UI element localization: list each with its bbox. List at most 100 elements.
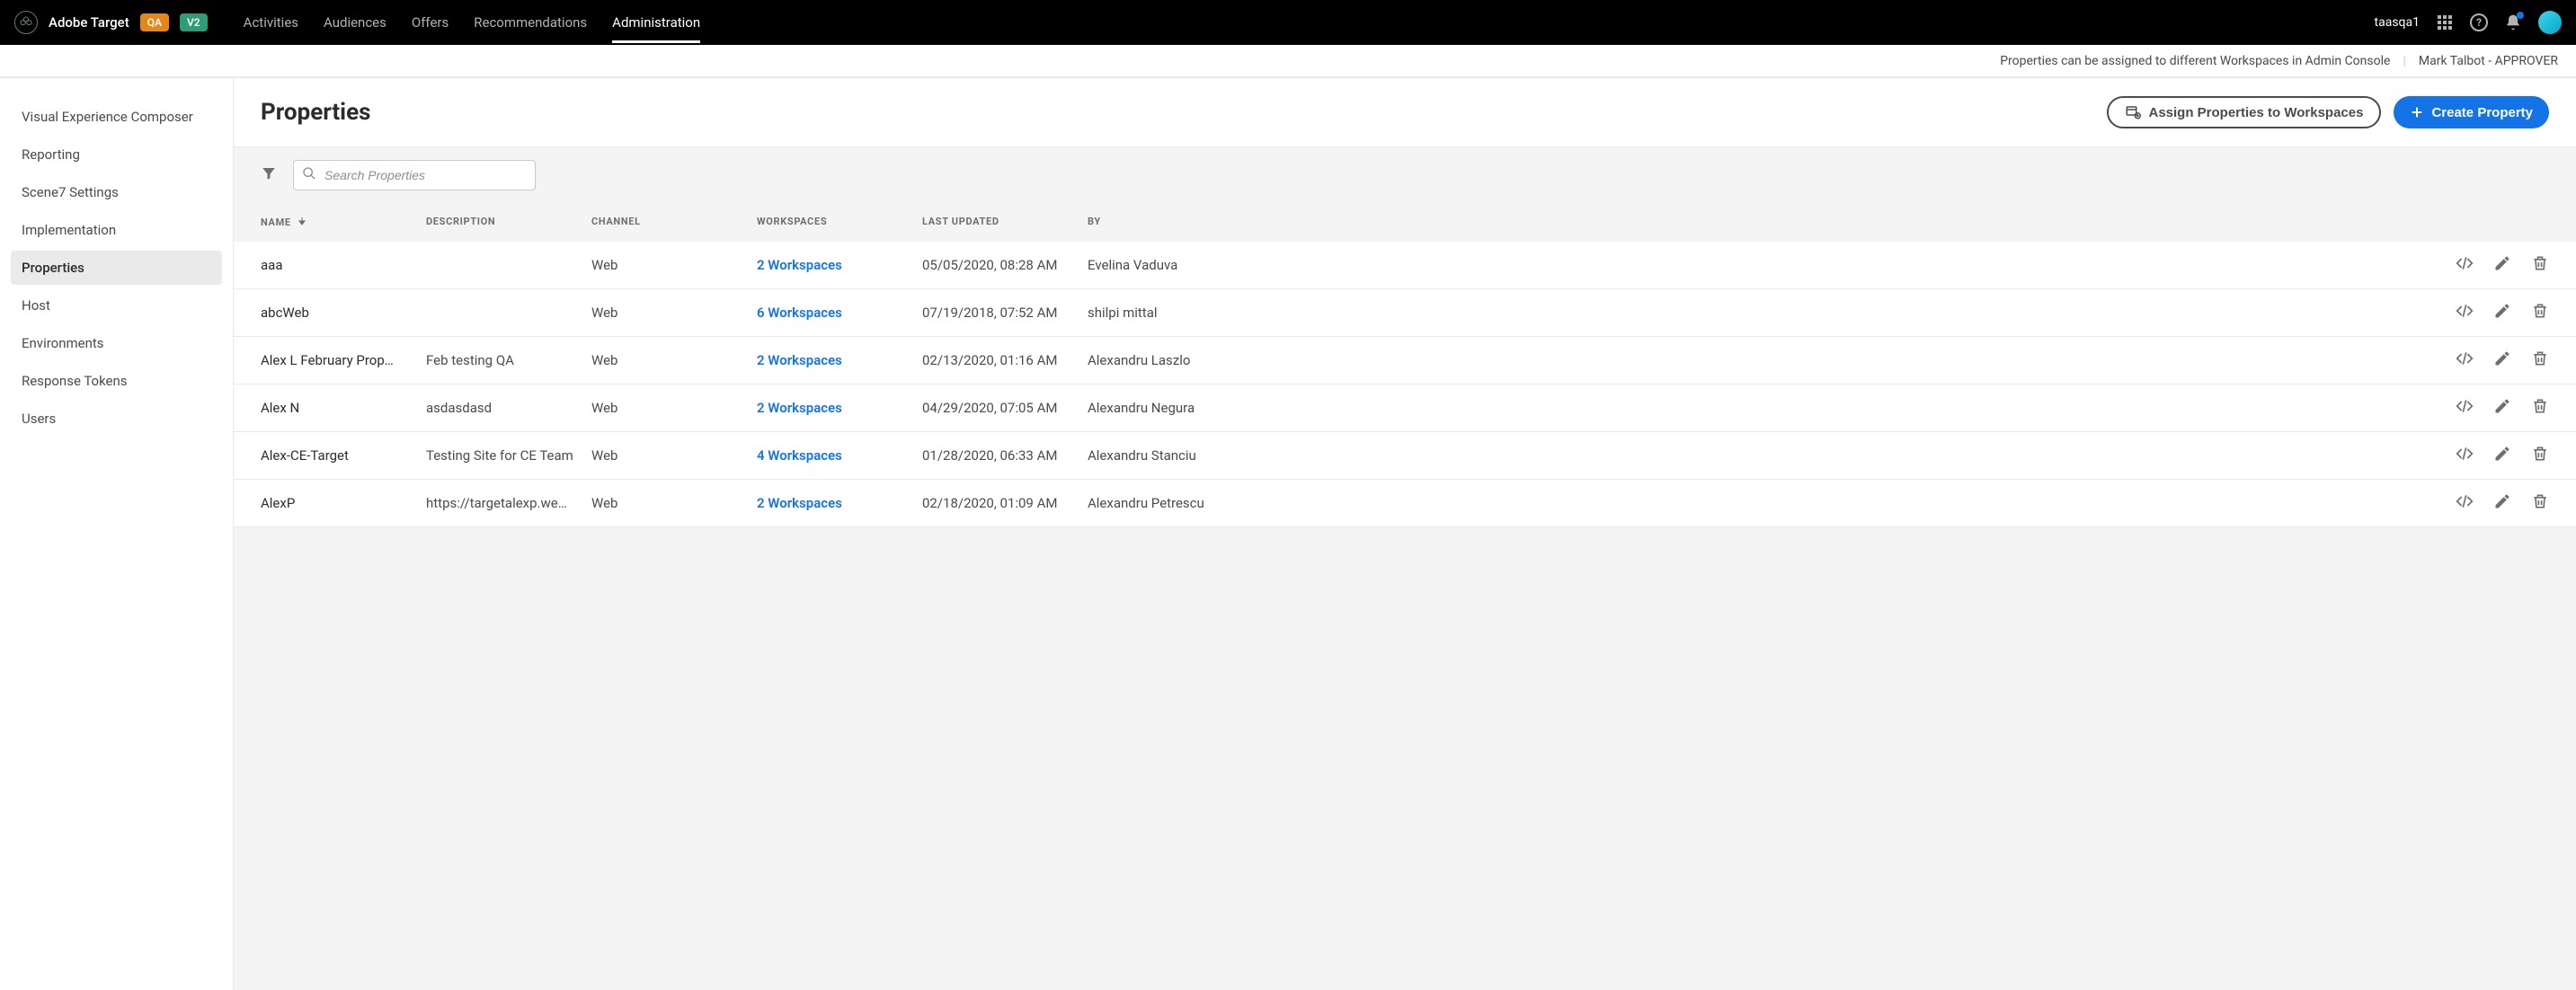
page-header: Properties Assign Properties to Workspac… — [234, 78, 2576, 146]
sidebar: Visual Experience ComposerReportingScene… — [0, 78, 234, 990]
table-row[interactable]: AlexPhttps://targetalexp.we…Web2 Workspa… — [234, 480, 2576, 527]
filter-icon[interactable] — [261, 165, 277, 185]
cell-name: AlexP — [261, 495, 426, 511]
cell-last-updated: 07/19/2018, 07:52 AM — [922, 305, 1088, 321]
sidebar-item-host[interactable]: Host — [11, 288, 222, 323]
sidebar-item-implementation[interactable]: Implementation — [11, 213, 222, 247]
page-title: Properties — [261, 99, 370, 126]
cell-description: Feb testing QA — [426, 352, 591, 368]
edit-icon[interactable] — [2493, 349, 2511, 371]
cell-workspaces: 2 Workspaces — [757, 352, 922, 368]
workspaces-link[interactable]: 2 Workspaces — [757, 352, 842, 368]
nav-audiences[interactable]: Audiences — [324, 2, 386, 43]
sub-header: Properties can be assigned to different … — [0, 45, 2576, 77]
cell-name: abcWeb — [261, 305, 426, 321]
env-badge-v2: V2 — [180, 13, 208, 31]
user-role-text: Mark Talbot - APPROVER — [2419, 54, 2558, 68]
cell-workspaces: 4 Workspaces — [757, 447, 922, 464]
divider: | — [2403, 54, 2405, 68]
trash-icon[interactable] — [2531, 254, 2549, 276]
table-row[interactable]: abcWeb Web6 Workspaces 07/19/2018, 07:52 A… — [234, 289, 2576, 337]
trash-icon[interactable] — [2531, 492, 2549, 514]
table-row[interactable]: Alex-CE-TargetTesting Site for CE TeamWe… — [234, 432, 2576, 480]
code-icon[interactable] — [2456, 302, 2474, 323]
cell-name: Alex L February Prop… — [261, 352, 426, 368]
cell-channel: Web — [591, 257, 757, 273]
cell-by: Alexandru Laszlo — [1088, 352, 1262, 368]
cell-by: Alexandru Negura — [1088, 400, 1262, 416]
table-row[interactable]: aaaWeb2 Workspaces05/05/2020, 08:28 AMEv… — [234, 242, 2576, 289]
bell-icon[interactable] — [2504, 13, 2522, 31]
sidebar-item-scene7-settings[interactable]: Scene7 Settings — [11, 175, 222, 209]
nav-activities[interactable]: Activities — [244, 2, 298, 43]
col-header-by[interactable]: BY — [1088, 216, 1262, 229]
col-header-name[interactable]: NAME — [261, 216, 426, 229]
user-label: taasqa1 — [2375, 15, 2420, 30]
sidebar-item-visual-experience-composer[interactable]: Visual Experience Composer — [11, 100, 222, 134]
assign-properties-label: Assign Properties to Workspaces — [2148, 105, 2363, 120]
cell-by: Alexandru Petrescu — [1088, 495, 1262, 511]
cell-channel: Web — [591, 352, 757, 368]
workspaces-link[interactable]: 2 Workspaces — [757, 257, 842, 273]
edit-icon[interactable] — [2493, 302, 2511, 323]
table-header: NAME DESCRIPTION CHANNEL WORKSPACES LAST… — [234, 203, 2576, 242]
sidebar-item-reporting[interactable]: Reporting — [11, 137, 222, 172]
col-header-channel[interactable]: CHANNEL — [591, 216, 757, 229]
search-input[interactable] — [293, 160, 536, 190]
trash-icon[interactable] — [2531, 349, 2549, 371]
create-property-button[interactable]: Create Property — [2394, 96, 2549, 128]
cell-channel: Web — [591, 305, 757, 321]
table-row[interactable]: Alex L February Prop…Feb testing QAWeb2 … — [234, 337, 2576, 385]
sidebar-item-response-tokens[interactable]: Response Tokens — [11, 364, 222, 398]
col-header-workspaces[interactable]: WORKSPACES — [757, 216, 922, 229]
code-icon[interactable] — [2456, 397, 2474, 419]
workspaces-link[interactable]: 6 Workspaces — [757, 305, 842, 321]
cell-by: Evelina Vaduva — [1088, 257, 1262, 273]
code-icon[interactable] — [2456, 349, 2474, 371]
trash-icon[interactable] — [2531, 445, 2549, 466]
col-header-description[interactable]: DESCRIPTION — [426, 216, 591, 229]
product-logo-icon — [14, 11, 38, 34]
apps-icon[interactable] — [2436, 13, 2454, 31]
cell-name: Alex-CE-Target — [261, 447, 426, 464]
sidebar-item-properties[interactable]: Properties — [11, 251, 222, 285]
table-row[interactable]: Alex NasdasdasdWeb2 Workspaces04/29/2020… — [234, 385, 2576, 432]
workspaces-link[interactable]: 2 Workspaces — [757, 400, 842, 416]
env-badge-qa: QA — [140, 13, 169, 31]
plus-icon — [2410, 105, 2424, 119]
cell-workspaces: 6 Workspaces — [757, 305, 922, 321]
code-icon[interactable] — [2456, 254, 2474, 276]
cell-channel: Web — [591, 447, 757, 464]
sidebar-item-users[interactable]: Users — [11, 402, 222, 436]
code-icon[interactable] — [2456, 492, 2474, 514]
col-header-last-updated[interactable]: LAST UPDATED — [922, 216, 1088, 229]
cell-channel: Web — [591, 400, 757, 416]
nav-offers[interactable]: Offers — [412, 2, 449, 43]
nav-recommendations[interactable]: Recommendations — [474, 2, 587, 43]
cell-last-updated: 02/18/2020, 01:09 AM — [922, 495, 1088, 511]
cell-by: shilpi mittal — [1088, 305, 1262, 321]
edit-icon[interactable] — [2493, 397, 2511, 419]
help-icon[interactable]: ? — [2470, 13, 2488, 31]
filter-bar — [234, 146, 2576, 203]
edit-icon[interactable] — [2493, 254, 2511, 276]
sidebar-item-environments[interactable]: Environments — [11, 326, 222, 360]
workspaces-link[interactable]: 4 Workspaces — [757, 447, 842, 464]
sort-down-icon — [297, 216, 307, 229]
avatar[interactable] — [2538, 11, 2562, 34]
nav-administration[interactable]: Administration — [612, 2, 700, 43]
trash-icon[interactable] — [2531, 302, 2549, 323]
trash-icon[interactable] — [2531, 397, 2549, 419]
workspaces-link[interactable]: 2 Workspaces — [757, 495, 842, 511]
top-nav: Adobe Target QA V2 ActivitiesAudiencesOf… — [0, 0, 2576, 45]
cell-name: Alex N — [261, 400, 426, 416]
cell-workspaces: 2 Workspaces — [757, 257, 922, 273]
edit-icon[interactable] — [2493, 492, 2511, 514]
edit-icon[interactable] — [2493, 445, 2511, 466]
assign-properties-button[interactable]: Assign Properties to Workspaces — [2107, 96, 2381, 128]
code-icon[interactable] — [2456, 445, 2474, 466]
cell-last-updated: 05/05/2020, 08:28 AM — [922, 257, 1088, 273]
cell-description: https://targetalexp.we… — [426, 495, 591, 511]
cell-last-updated: 04/29/2020, 07:05 AM — [922, 400, 1088, 416]
cell-last-updated: 02/13/2020, 01:16 AM — [922, 352, 1088, 368]
